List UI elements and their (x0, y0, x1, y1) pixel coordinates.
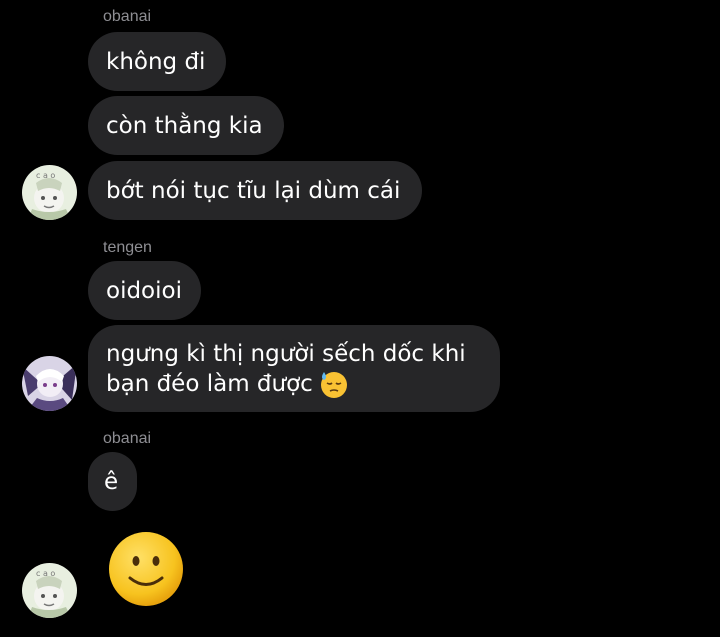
avatar[interactable]: c a o (22, 563, 77, 618)
avatar-tengen-icon (22, 356, 77, 411)
message-bubble[interactable]: ngưng kì thị người sếch dốc khi bạn đéo … (88, 325, 500, 412)
message-bubble[interactable]: bớt nói tục tĩu lại dùm cái (88, 161, 422, 220)
message-text: còn thằng kia (106, 112, 263, 139)
downcast-sweat-face-icon (320, 371, 347, 398)
slightly-smiling-face-icon[interactable] (108, 531, 184, 607)
message-text: ê (104, 468, 119, 495)
message-text: oidoioi (106, 277, 182, 304)
message-text-line: ngưng kì thị người sếch dốc khi (106, 340, 466, 367)
sender-name: tengen (103, 239, 152, 256)
avatar-obanai-icon: c a o (22, 165, 77, 220)
avatar[interactable]: c a o (22, 165, 77, 220)
sender-name: obanai (103, 8, 152, 25)
message-text: không đi (106, 48, 206, 75)
message-bubble[interactable]: ê (88, 452, 137, 511)
avatar-obanai-icon: c a o (22, 563, 77, 618)
message-bubble[interactable]: không đi (88, 32, 226, 91)
message-bubble[interactable]: còn thằng kia (88, 96, 284, 155)
svg-text:c a o: c a o (36, 569, 55, 578)
message-text-line: bạn đéo làm được (106, 370, 313, 397)
message-text: bớt nói tục tĩu lại dùm cái (106, 177, 401, 204)
svg-text:c a o: c a o (36, 171, 55, 180)
message-bubble[interactable]: oidoioi (88, 261, 201, 320)
sender-name: obanai (103, 430, 152, 447)
avatar[interactable] (22, 356, 77, 411)
